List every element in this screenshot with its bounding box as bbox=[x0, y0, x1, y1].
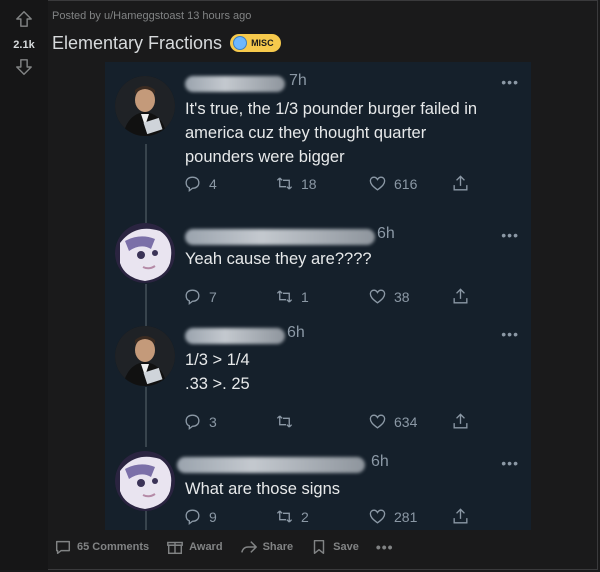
post-meta: Posted by u/Hameggstoast 13 hours ago bbox=[52, 10, 252, 22]
vote-score: 2.1k bbox=[13, 39, 35, 51]
redacted-username bbox=[185, 76, 285, 92]
share-upload-icon[interactable] bbox=[451, 174, 470, 193]
upvote-arrow-icon[interactable] bbox=[15, 10, 33, 28]
heart-icon[interactable]: 281 bbox=[368, 507, 417, 526]
post-footer: 65 Comments Award Share Save ••• bbox=[54, 536, 394, 558]
flair-emoji-icon bbox=[233, 36, 248, 50]
more-options-icon[interactable]: ••• bbox=[501, 74, 519, 90]
tweet-time: 6h bbox=[371, 453, 389, 470]
comments-button[interactable]: 65 Comments bbox=[54, 538, 149, 556]
tweet-text: It's true, the 1/3 pounder burger failed… bbox=[185, 100, 478, 166]
tweet-2: 6h ••• Yeah cause they are???? 7 1 38 bbox=[105, 217, 531, 312]
avatar-anime-character bbox=[115, 223, 175, 283]
heart-icon[interactable]: 38 bbox=[368, 287, 410, 306]
avatar-man-suit bbox=[115, 326, 175, 386]
heart-icon[interactable]: 616 bbox=[368, 174, 417, 193]
tweet-time: 6h bbox=[287, 324, 305, 341]
more-options-icon[interactable]: ••• bbox=[376, 539, 394, 555]
tweet-screenshot[interactable]: 7h ••• It's true, the 1/3 pounder burger… bbox=[105, 62, 531, 530]
redacted-username bbox=[185, 328, 285, 344]
downvote-arrow-icon[interactable] bbox=[15, 58, 33, 76]
tweet-text: 1/3 > 1/4 .33 >. 25 bbox=[185, 351, 250, 393]
award-button[interactable]: Award bbox=[166, 538, 223, 556]
more-options-icon[interactable]: ••• bbox=[501, 455, 519, 471]
more-options-icon[interactable]: ••• bbox=[501, 227, 519, 243]
tweet-time: 6h bbox=[377, 225, 395, 242]
tweet-1: 7h ••• It's true, the 1/3 pounder burger… bbox=[105, 62, 531, 212]
retweet-icon[interactable] bbox=[275, 412, 301, 431]
tweet-time: 7h bbox=[289, 72, 307, 89]
avatar-anime-character bbox=[115, 451, 175, 511]
flair-badge[interactable]: MISC bbox=[230, 34, 281, 52]
gift-icon bbox=[167, 541, 184, 555]
title-row: Elementary Fractions MISC bbox=[52, 31, 281, 55]
heart-icon[interactable]: 634 bbox=[368, 412, 417, 431]
tweet-actions: 7 1 38 bbox=[183, 287, 523, 307]
retweet-icon[interactable]: 2 bbox=[275, 507, 309, 526]
tweet-3: 6h ••• 1/3 > 1/4 .33 >. 25 3 634 bbox=[105, 320, 531, 440]
comment-icon bbox=[55, 540, 71, 555]
share-button[interactable]: Share bbox=[240, 538, 293, 556]
reply-bubble-icon[interactable]: 4 bbox=[183, 174, 217, 193]
redacted-username bbox=[177, 457, 365, 473]
reply-bubble-icon[interactable]: 7 bbox=[183, 287, 217, 306]
redacted-username bbox=[185, 229, 375, 245]
tweet-actions: 3 634 bbox=[183, 412, 523, 432]
tweet-4: 6h ••• What are those signs 9 2 281 bbox=[105, 447, 531, 530]
bookmark-icon bbox=[313, 539, 325, 555]
flair-label: MISC bbox=[251, 38, 274, 48]
tweet-actions: 4 18 616 bbox=[183, 174, 523, 194]
share-upload-icon[interactable] bbox=[451, 412, 470, 431]
save-button[interactable]: Save bbox=[310, 538, 359, 556]
retweet-icon[interactable]: 1 bbox=[275, 287, 309, 306]
vote-column: 2.1k bbox=[0, 0, 48, 570]
share-upload-icon[interactable] bbox=[451, 507, 470, 526]
share-upload-icon[interactable] bbox=[451, 287, 470, 306]
more-options-icon[interactable]: ••• bbox=[501, 326, 519, 342]
retweet-icon[interactable]: 18 bbox=[275, 174, 317, 193]
avatar-man-suit bbox=[115, 76, 175, 136]
reply-bubble-icon[interactable]: 9 bbox=[183, 507, 217, 526]
post-title[interactable]: Elementary Fractions bbox=[52, 33, 222, 54]
tweet-text: Yeah cause they are???? bbox=[185, 250, 372, 268]
share-arrow-icon bbox=[240, 541, 257, 553]
tweet-actions: 9 2 281 bbox=[183, 507, 523, 527]
reply-bubble-icon[interactable]: 3 bbox=[183, 412, 217, 431]
tweet-text: What are those signs bbox=[185, 480, 340, 498]
